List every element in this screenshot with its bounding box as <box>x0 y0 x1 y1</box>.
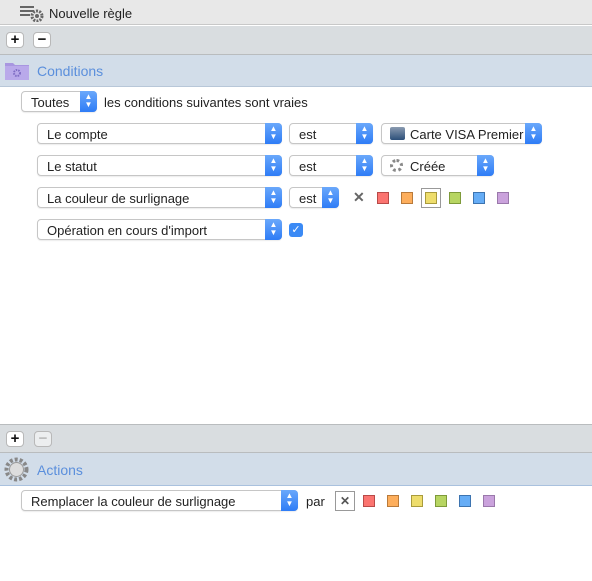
rule-title: Nouvelle règle <box>49 6 133 21</box>
chevron-updown-icon: ▲ ▼ <box>281 490 298 511</box>
match-suffix-text: les conditions suivantes sont vraies <box>104 95 308 110</box>
status-value-popup[interactable]: Créée ▲ ▼ <box>381 155 494 176</box>
condition-field-popup[interactable]: Le statut ▲ ▼ <box>37 155 282 176</box>
add-condition-button[interactable]: + <box>6 32 24 48</box>
chevron-updown-icon: ▲ ▼ <box>322 187 339 208</box>
chevron-updown-icon: ▲ ▼ <box>265 187 282 208</box>
actions-header: Actions <box>0 453 592 486</box>
chevron-updown-icon: ▲ ▼ <box>265 219 282 240</box>
remove-condition-button[interactable]: − <box>33 32 51 48</box>
card-icon <box>390 127 405 140</box>
conditions-header: Conditions <box>0 55 592 87</box>
rule-settings-icon <box>20 6 44 22</box>
condition-field-popup[interactable]: Le compte ▲ ▼ <box>37 123 282 144</box>
condition-field-popup[interactable]: Opération en cours d'import ▲ ▼ <box>37 219 282 240</box>
color-blue[interactable] <box>459 495 471 507</box>
gear-icon <box>4 457 29 482</box>
conditions-toolbar: + − <box>0 26 592 55</box>
remove-action-button[interactable]: − <box>34 431 52 447</box>
chevron-updown-icon: ▲ ▼ <box>356 155 373 176</box>
color-yellow[interactable] <box>425 192 437 204</box>
color-red[interactable] <box>377 192 389 204</box>
add-action-button[interactable]: + <box>6 431 24 447</box>
chevron-updown-icon: ▲ ▼ <box>477 155 494 176</box>
match-mode-popup[interactable]: Toutes ▲ ▼ <box>21 91 97 112</box>
action-popup[interactable]: Remplacer la couleur de surlignage ▲ ▼ <box>21 490 298 511</box>
condition-operator-popup[interactable]: est ▲ ▼ <box>289 155 373 176</box>
account-value-popup[interactable]: Carte VISA Premier ▲ ▼ <box>381 123 542 144</box>
title-bar: Nouvelle règle <box>0 0 592 25</box>
chevron-updown-icon: ▲ ▼ <box>356 123 373 144</box>
color-purple[interactable] <box>497 192 509 204</box>
color-orange[interactable] <box>387 495 399 507</box>
condition-operator-popup[interactable]: est ▲ ▼ <box>289 187 339 208</box>
actions-toolbar: + − <box>0 424 592 453</box>
color-red[interactable] <box>363 495 375 507</box>
color-yellow[interactable] <box>411 495 423 507</box>
color-green[interactable] <box>449 192 461 204</box>
color-orange[interactable] <box>401 192 413 204</box>
spinner-icon <box>390 159 403 172</box>
import-checkbox[interactable]: ✓ <box>289 223 303 237</box>
color-green[interactable] <box>435 495 447 507</box>
no-color-button[interactable]: ✕ <box>335 491 355 511</box>
color-blue[interactable] <box>473 192 485 204</box>
chevron-updown-icon: ▲ ▼ <box>265 155 282 176</box>
actions-title: Actions <box>37 462 83 478</box>
condition-field-popup[interactable]: La couleur de surlignage ▲ ▼ <box>37 187 282 208</box>
condition-operator-popup[interactable]: est ▲ ▼ <box>289 123 373 144</box>
no-color-icon[interactable]: ✕ <box>353 189 365 206</box>
chevron-updown-icon: ▲ ▼ <box>80 91 97 112</box>
conditions-title: Conditions <box>37 63 104 79</box>
chevron-updown-icon: ▲ ▼ <box>265 123 282 144</box>
chevron-updown-icon: ▲ ▼ <box>525 123 542 144</box>
by-label: par <box>306 494 325 509</box>
folder-gear-icon <box>5 63 29 80</box>
color-purple[interactable] <box>483 495 495 507</box>
